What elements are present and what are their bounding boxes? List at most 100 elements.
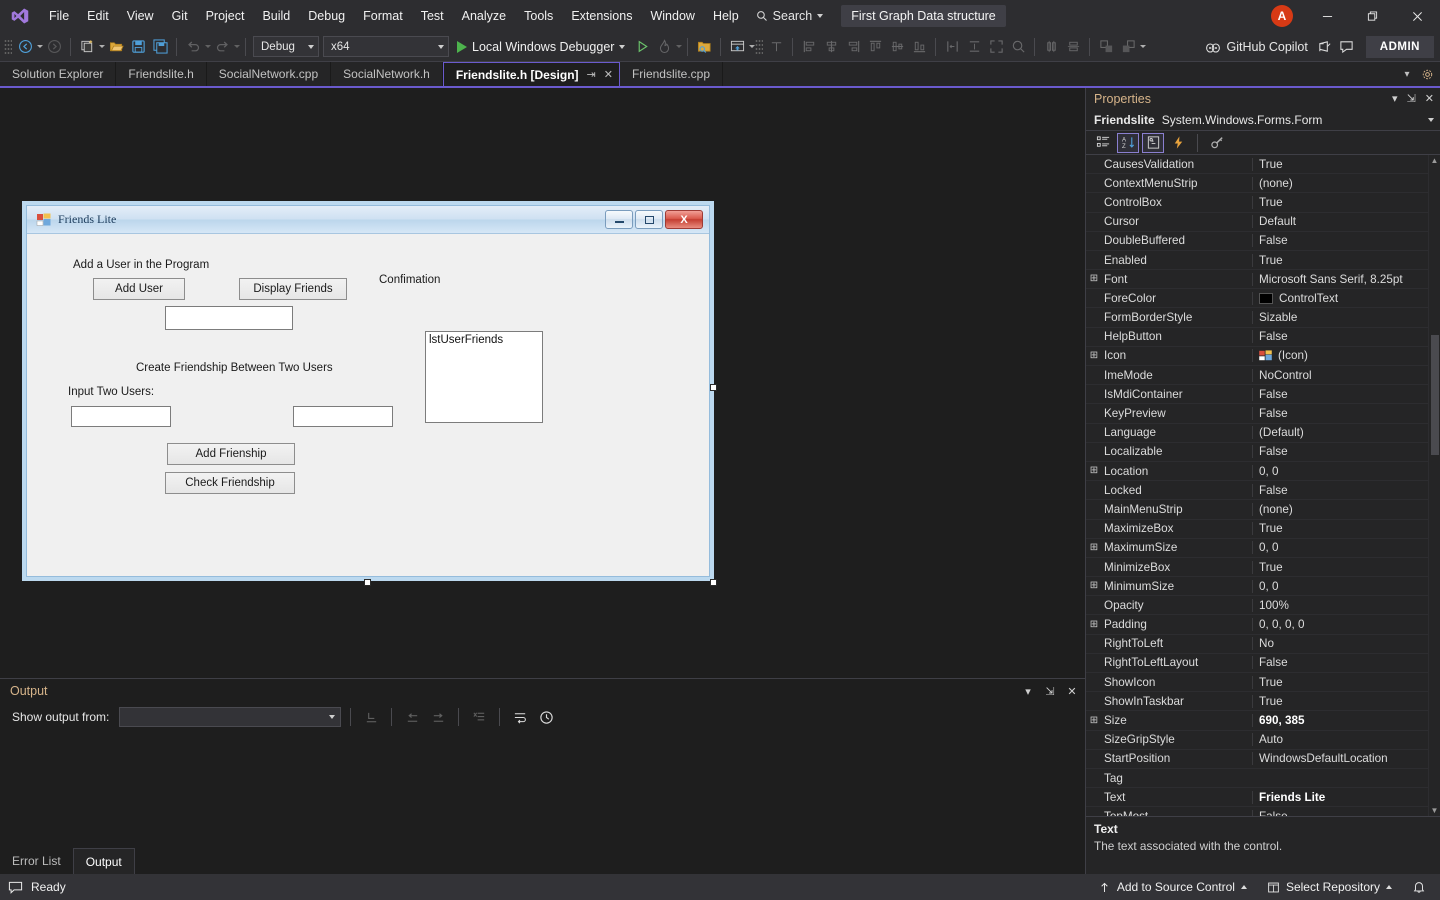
property-row[interactable]: Localizable False xyxy=(1086,443,1428,462)
menu-git[interactable]: Git xyxy=(163,0,197,32)
start-debugging-button[interactable]: Local Windows Debugger xyxy=(451,35,631,59)
github-copilot-button[interactable]: GitHub Copilot xyxy=(1199,35,1314,59)
property-value[interactable]: True xyxy=(1252,253,1428,267)
make-same-height-button[interactable] xyxy=(963,35,985,59)
toolbar-grip[interactable] xyxy=(4,38,12,55)
chevron-down-icon[interactable]: ▾ xyxy=(1021,685,1035,698)
save-all-button[interactable] xyxy=(149,35,171,59)
undo-button[interactable] xyxy=(182,35,204,59)
property-value[interactable]: Microsoft Sans Serif, 8.25pt xyxy=(1252,272,1428,286)
window-minimize-button[interactable] xyxy=(1305,0,1350,32)
property-value[interactable]: 0, 0, 0, 0 xyxy=(1252,618,1428,632)
menu-view[interactable]: View xyxy=(118,0,163,32)
send-to-back-button[interactable] xyxy=(1117,35,1139,59)
live-visual-tree-button[interactable] xyxy=(726,35,748,59)
property-value[interactable]: (none) xyxy=(1252,176,1428,190)
expand-icon[interactable]: ⊞ xyxy=(1086,619,1102,630)
tab-error-list[interactable]: Error List xyxy=(0,848,73,874)
property-row[interactable]: Locked False xyxy=(1086,481,1428,501)
property-value[interactable]: True xyxy=(1252,195,1428,209)
solution-configuration-select[interactable]: Debug xyxy=(253,36,319,57)
label-add-user-section[interactable]: Add a User in the Program xyxy=(73,259,209,271)
menu-help[interactable]: Help xyxy=(704,0,748,32)
property-value[interactable]: 100% xyxy=(1252,598,1428,612)
bring-to-front-button[interactable] xyxy=(1095,35,1117,59)
align-centers-button[interactable] xyxy=(820,35,842,59)
form-close-button[interactable]: X xyxy=(665,210,703,229)
property-value[interactable]: True xyxy=(1252,694,1428,708)
property-row[interactable]: KeyPreview False xyxy=(1086,404,1428,424)
property-value[interactable]: Friends Lite xyxy=(1252,790,1428,804)
textbox-user-two[interactable] xyxy=(293,406,393,427)
property-row[interactable]: RightToLeft No xyxy=(1086,635,1428,654)
add-to-source-control-button[interactable]: Add to Source Control xyxy=(1088,874,1257,900)
resize-handle-right[interactable] xyxy=(710,384,717,391)
property-row[interactable]: ShowInTaskbar True xyxy=(1086,692,1428,712)
align-bottoms-button[interactable] xyxy=(908,35,930,59)
pin-icon[interactable]: ⇲ xyxy=(1407,92,1416,105)
hot-reload-dropdown-icon[interactable] xyxy=(676,45,683,48)
property-row[interactable]: MaximizeBox True xyxy=(1086,520,1428,539)
property-row[interactable]: ⊞ Font Microsoft Sans Serif, 8.25pt xyxy=(1086,270,1428,290)
property-row[interactable]: ⊞ MinimumSize 0, 0 xyxy=(1086,577,1428,597)
events-view-button[interactable] xyxy=(1167,133,1189,153)
menu-build[interactable]: Build xyxy=(253,0,299,32)
menu-tools[interactable]: Tools xyxy=(515,0,562,32)
designer-toolbar-grip[interactable] xyxy=(755,38,764,55)
tab-solution-explorer[interactable]: Solution Explorer xyxy=(0,62,117,86)
property-row[interactable]: CausesValidation True xyxy=(1086,155,1428,175)
gear-icon[interactable] xyxy=(1418,64,1436,84)
go-to-message-button[interactable] xyxy=(360,705,382,729)
listbox-user-friends[interactable]: lstUserFriends xyxy=(425,331,543,423)
property-value[interactable]: (Default) xyxy=(1252,426,1428,440)
resize-handle-bottom-right[interactable] xyxy=(710,579,717,586)
make-same-size-button[interactable] xyxy=(985,35,1007,59)
property-row[interactable]: ControlBox True xyxy=(1086,193,1428,213)
tab-output[interactable]: Output xyxy=(72,848,135,874)
property-row[interactable]: MainMenuStrip (none) xyxy=(1086,500,1428,520)
button-display-friends[interactable]: Display Friends xyxy=(239,278,347,300)
window-restore-button[interactable] xyxy=(1350,0,1395,32)
expand-icon[interactable]: ⊞ xyxy=(1086,581,1102,591)
property-row[interactable]: Tag xyxy=(1086,769,1428,789)
property-row[interactable]: Opacity 100% xyxy=(1086,596,1428,616)
redo-dropdown-icon[interactable] xyxy=(234,45,240,48)
form-maximize-button[interactable] xyxy=(635,210,663,229)
property-value[interactable]: True xyxy=(1252,675,1428,689)
tab-order-button[interactable] xyxy=(765,35,787,59)
property-row[interactable]: ⊞ MaximumSize 0, 0 xyxy=(1086,539,1428,558)
property-row[interactable]: ImeMode NoControl xyxy=(1086,366,1428,386)
preview-selected-items-button[interactable] xyxy=(693,35,715,59)
property-row[interactable]: Enabled True xyxy=(1086,251,1428,271)
property-row[interactable]: FormBorderStyle Sizable xyxy=(1086,308,1428,328)
property-value[interactable]: False xyxy=(1252,483,1428,497)
property-value[interactable]: Sizable xyxy=(1252,311,1428,325)
save-button[interactable] xyxy=(127,35,149,59)
property-row[interactable]: ⊞ Location 0, 0 xyxy=(1086,462,1428,482)
property-value[interactable]: 0, 0 xyxy=(1252,464,1428,478)
property-value[interactable]: ControlText xyxy=(1252,291,1428,305)
menu-analyze[interactable]: Analyze xyxy=(453,0,515,32)
property-row[interactable]: StartPosition WindowsDefaultLocation xyxy=(1086,750,1428,769)
navigate-back-button[interactable] xyxy=(14,35,36,59)
button-add-user[interactable]: Add User xyxy=(93,278,185,300)
properties-scrollbar[interactable]: ▲ ▼ xyxy=(1428,154,1440,816)
resize-handle-bottom[interactable] xyxy=(364,579,371,586)
property-value[interactable]: Auto xyxy=(1252,733,1428,747)
property-row[interactable]: MinimizeBox True xyxy=(1086,558,1428,578)
hot-reload-button[interactable] xyxy=(653,35,675,59)
close-icon[interactable]: ✕ xyxy=(604,68,613,81)
button-add-friendship[interactable]: Add Frienship xyxy=(167,443,295,465)
menu-format[interactable]: Format xyxy=(354,0,412,32)
property-pages-button[interactable] xyxy=(1206,133,1228,153)
center-vertically-button[interactable] xyxy=(1062,35,1084,59)
expand-icon[interactable]: ⊞ xyxy=(1086,350,1102,361)
next-message-button[interactable] xyxy=(427,705,449,729)
scroll-up-arrow[interactable]: ▲ xyxy=(1429,155,1440,167)
align-tops-button[interactable] xyxy=(864,35,886,59)
toolbar-overflow-icon[interactable] xyxy=(1140,45,1147,48)
property-value[interactable]: (none) xyxy=(1252,502,1428,516)
form-canvas[interactable]: Add a User in the Program Add User Displ… xyxy=(27,234,709,576)
properties-object-select[interactable]: Friendslite System.Windows.Forms.Form xyxy=(1086,110,1440,132)
scroll-down-arrow[interactable]: ▼ xyxy=(1429,804,1440,816)
